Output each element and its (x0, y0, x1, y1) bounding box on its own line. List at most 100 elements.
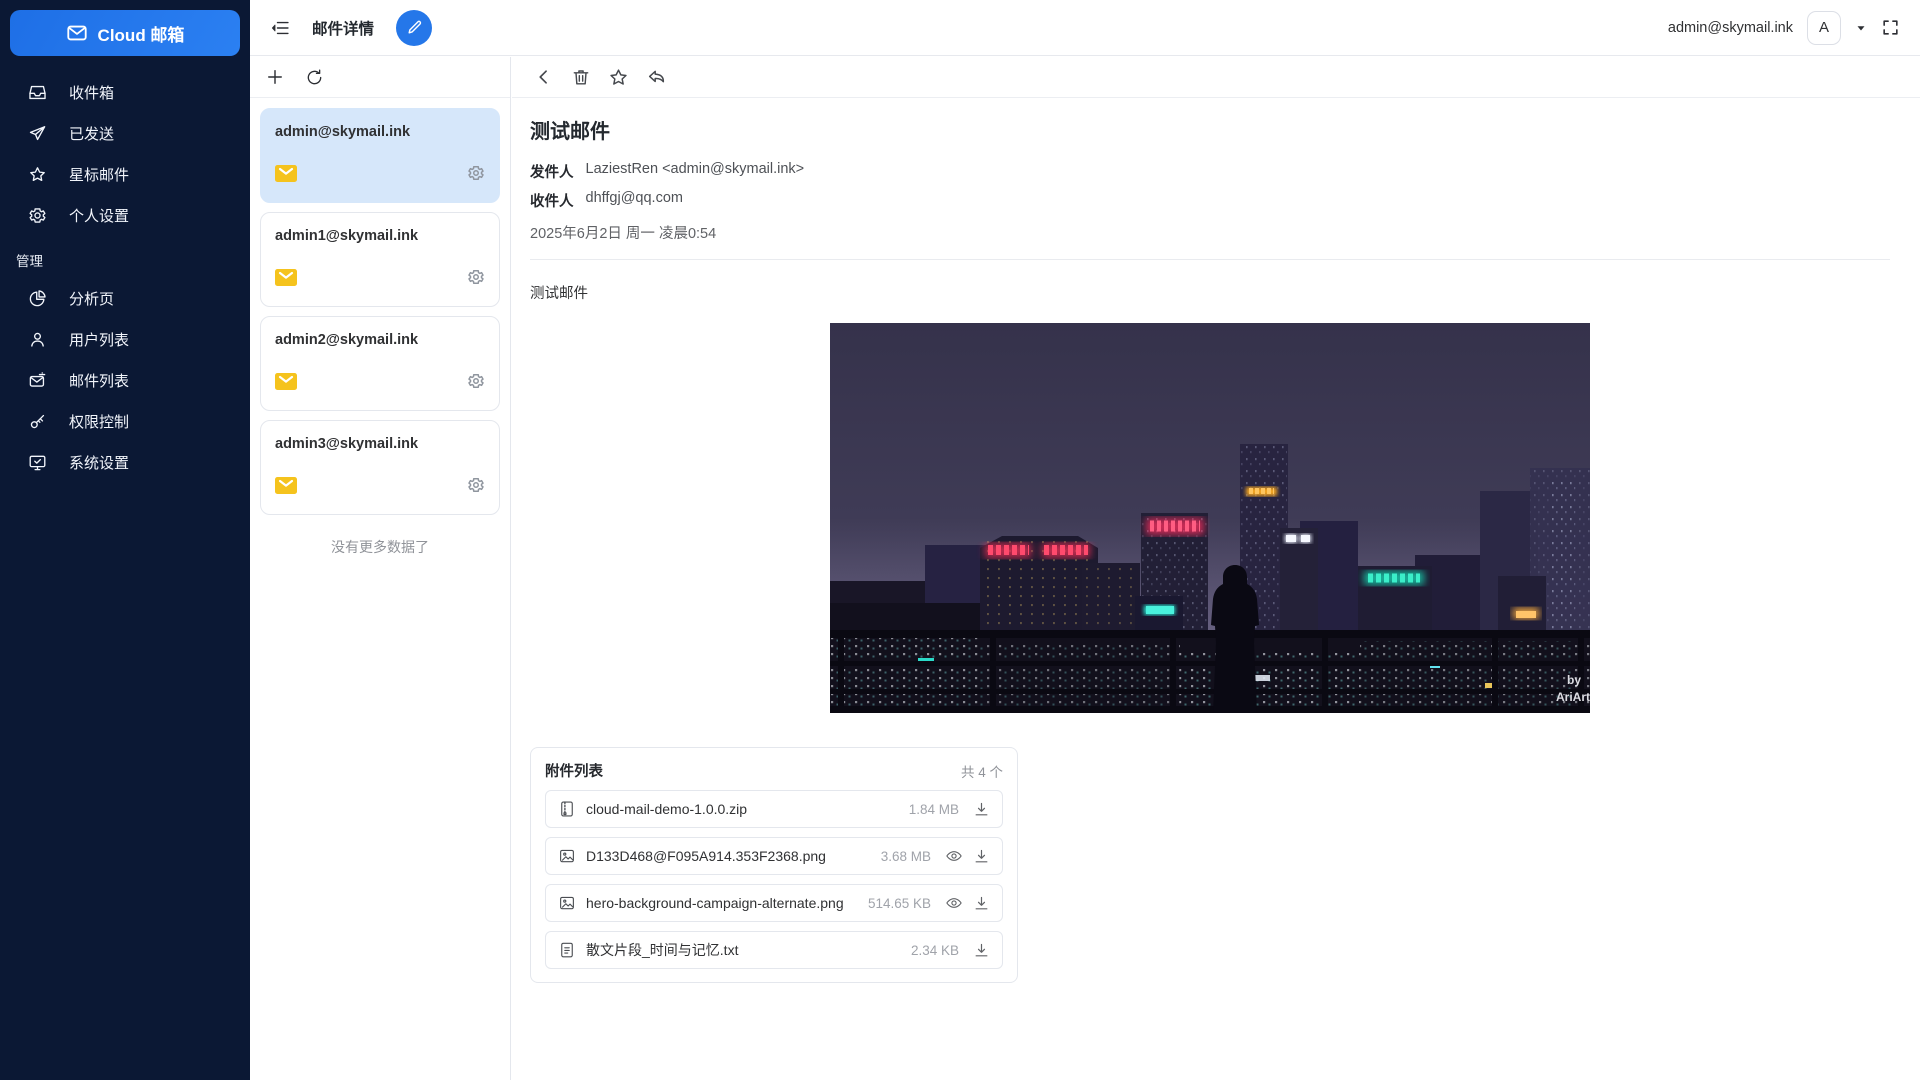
zip-file-icon (558, 800, 576, 818)
account-email: admin@skymail.ink (1668, 20, 1793, 36)
sidebar-item-system-settings[interactable]: 系统设置 (0, 442, 250, 483)
attachment-name: 散文片段_时间与记忆.txt (586, 940, 738, 960)
top-header: 邮件详情 admin@skymail.ink A (250, 0, 1920, 56)
inbox-icon (28, 83, 47, 102)
sidebar-item-label: 邮件列表 (69, 370, 129, 391)
account-card[interactable]: admin@skymail.ink (260, 108, 500, 203)
attachment-size: 3.68 MB (881, 849, 931, 864)
star-toolbar-icon[interactable] (608, 67, 629, 88)
sidebar-item-mail-list[interactable]: 邮件列表 (0, 360, 250, 401)
attachment-row: D133D468@F095A914.353F2368.png 3.68 MB (545, 837, 1003, 875)
no-more-data-text: 没有更多数据了 (260, 537, 500, 557)
preview-eye-icon[interactable] (945, 847, 963, 865)
divider (530, 259, 1890, 260)
account-card-email: admin3@skymail.ink (275, 436, 485, 452)
mail-date: 2025年6月2日 周一 凌晨0:54 (530, 222, 1890, 243)
sidebar-item-label: 个人设置 (69, 205, 129, 226)
sidebar-collapse-icon[interactable] (270, 18, 290, 38)
attachment-row: hero-background-campaign-alternate.png 5… (545, 884, 1003, 922)
sidebar-item-inbox[interactable]: 收件箱 (0, 72, 250, 113)
mail-content: 测试邮件 发件人 LaziestRen <admin@skymail.ink> … (512, 115, 1920, 983)
mail-subject: 测试邮件 (530, 115, 1890, 144)
folder-envelope-icon (275, 269, 297, 286)
attachment-size: 514.65 KB (868, 896, 931, 911)
mail-body-image: by AriArts (830, 323, 1590, 713)
download-icon[interactable] (973, 942, 990, 959)
mail-toolbar (512, 57, 1920, 98)
attachments-title: 附件列表 (545, 760, 603, 781)
brand-logo[interactable]: Cloud 邮箱 (10, 10, 240, 56)
download-icon[interactable] (973, 801, 990, 818)
download-icon[interactable] (973, 848, 990, 865)
from-value: LaziestRen <admin@skymail.ink> (586, 161, 805, 182)
account-card[interactable]: admin2@skymail.ink (260, 316, 500, 411)
preview-eye-icon[interactable] (945, 894, 963, 912)
mail-from-row: 发件人 LaziestRen <admin@skymail.ink> (530, 161, 1890, 182)
account-settings-gear-icon[interactable] (467, 268, 485, 286)
mail-to-row: 收件人 dhffgj@qq.com (530, 190, 1890, 211)
fullscreen-icon[interactable] (1881, 18, 1900, 37)
attachment-size: 1.84 MB (909, 802, 959, 817)
refresh-icon[interactable] (305, 68, 324, 87)
account-settings-gear-icon[interactable] (467, 476, 485, 494)
gear-icon (28, 206, 47, 225)
text-file-icon (558, 941, 576, 959)
back-icon[interactable] (534, 67, 554, 87)
account-cards: admin@skymail.ink admin1@skymail.ink (250, 98, 510, 567)
image-credit-line2: AriArts (1556, 690, 1590, 704)
account-card[interactable]: admin3@skymail.ink (260, 420, 500, 515)
pie-chart-icon (28, 289, 47, 308)
image-file-icon (558, 894, 576, 912)
to-value: dhffgj@qq.com (586, 190, 683, 211)
sidebar-nav: 收件箱 已发送 星标邮件 (0, 72, 250, 483)
image-file-icon (558, 847, 576, 865)
attachment-row: 散文片段_时间与记忆.txt 2.34 KB (545, 931, 1003, 969)
sidebar-item-personal-settings[interactable]: 个人设置 (0, 195, 250, 236)
sidebar-item-user-list[interactable]: 用户列表 (0, 319, 250, 360)
add-account-icon[interactable] (265, 67, 285, 87)
account-card[interactable]: admin1@skymail.ink (260, 212, 500, 307)
folder-envelope-icon (275, 165, 297, 182)
avatar[interactable]: A (1807, 11, 1841, 45)
reply-icon[interactable] (646, 67, 667, 88)
page-title: 邮件详情 (312, 17, 374, 39)
sidebar: Cloud 邮箱 收件箱 已发送 星标邮件 (0, 0, 250, 1080)
account-card-email: admin1@skymail.ink (275, 228, 485, 244)
key-icon (28, 412, 47, 431)
sidebar-item-analytics[interactable]: 分析页 (0, 278, 250, 319)
sidebar-item-label: 星标邮件 (69, 164, 129, 185)
account-settings-gear-icon[interactable] (467, 164, 485, 182)
sidebar-item-label: 系统设置 (69, 452, 129, 473)
folder-envelope-icon (275, 477, 297, 494)
delete-icon[interactable] (571, 67, 591, 87)
image-credit-line1: by (1567, 673, 1581, 687)
account-card-email: admin2@skymail.ink (275, 332, 485, 348)
chevron-down-icon[interactable] (1855, 22, 1867, 34)
mail-detail-pane: 测试邮件 发件人 LaziestRen <admin@skymail.ink> … (512, 57, 1920, 1080)
attachment-name: cloud-mail-demo-1.0.0.zip (586, 801, 747, 817)
mail-body-text: 测试邮件 (530, 282, 1890, 303)
send-icon (28, 124, 47, 143)
attachment-name: D133D468@F095A914.353F2368.png (586, 848, 826, 864)
mail-list-icon (28, 371, 47, 390)
attachment-row: cloud-mail-demo-1.0.0.zip 1.84 MB (545, 790, 1003, 828)
sidebar-item-label: 权限控制 (69, 411, 129, 432)
brand-name: Cloud 邮箱 (98, 21, 185, 46)
account-settings-gear-icon[interactable] (467, 372, 485, 390)
monitor-check-icon (28, 453, 47, 472)
to-label: 收件人 (530, 190, 574, 211)
from-label: 发件人 (530, 161, 574, 182)
sidebar-item-sent[interactable]: 已发送 (0, 113, 250, 154)
download-icon[interactable] (973, 895, 990, 912)
sidebar-item-permissions[interactable]: 权限控制 (0, 401, 250, 442)
sidebar-item-label: 收件箱 (69, 82, 114, 103)
attachment-name: hero-background-campaign-alternate.png (586, 895, 844, 911)
mail-logo-icon (66, 22, 88, 44)
account-list-panel: admin@skymail.ink admin1@skymail.ink (250, 57, 511, 1080)
header-account-area: admin@skymail.ink A (1668, 11, 1900, 45)
sidebar-section-admin: 管理 (0, 236, 250, 278)
sidebar-item-label: 分析页 (69, 288, 114, 309)
compose-button[interactable] (396, 10, 432, 46)
sidebar-item-starred[interactable]: 星标邮件 (0, 154, 250, 195)
account-card-email: admin@skymail.ink (275, 124, 485, 140)
